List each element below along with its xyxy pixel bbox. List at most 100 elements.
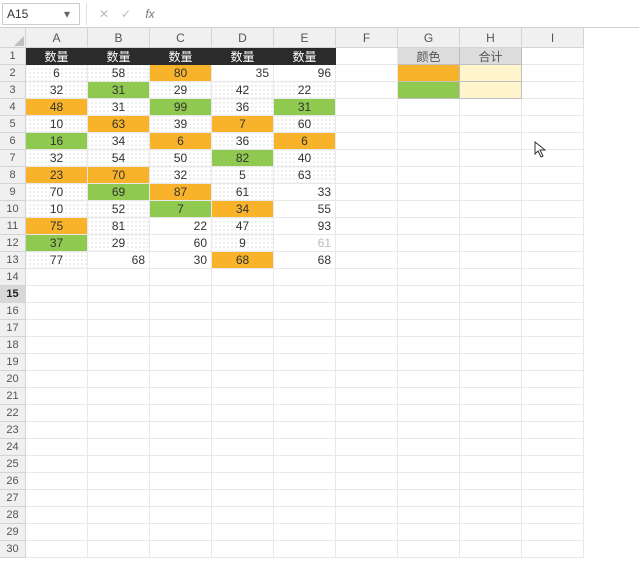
cell-B10[interactable]: 52: [88, 201, 150, 218]
row-header-23[interactable]: 23: [0, 422, 26, 439]
cell-H8[interactable]: [460, 167, 522, 184]
cell-D18[interactable]: [212, 337, 274, 354]
cell-E26[interactable]: [274, 473, 336, 490]
cell-E5[interactable]: 60: [274, 116, 336, 133]
cell-D3[interactable]: 42: [212, 82, 274, 99]
cell-E29[interactable]: [274, 524, 336, 541]
cell-C7[interactable]: 50: [150, 150, 212, 167]
cell-E10[interactable]: 55: [274, 201, 336, 218]
row-header-14[interactable]: 14: [0, 269, 26, 286]
cell-A17[interactable]: [26, 320, 88, 337]
row-header-22[interactable]: 22: [0, 405, 26, 422]
cell-D19[interactable]: [212, 354, 274, 371]
cell-I11[interactable]: [522, 218, 584, 235]
cell-E24[interactable]: [274, 439, 336, 456]
cell-A27[interactable]: [26, 490, 88, 507]
cell-I2[interactable]: [522, 65, 584, 82]
cell-H1[interactable]: 合计: [460, 48, 522, 65]
cell-B16[interactable]: [88, 303, 150, 320]
cell-D13[interactable]: 68: [212, 252, 274, 269]
cell-B1[interactable]: 数量: [88, 48, 150, 65]
cell-H21[interactable]: [460, 388, 522, 405]
cell-B2[interactable]: 58: [88, 65, 150, 82]
cell-A29[interactable]: [26, 524, 88, 541]
cell-I24[interactable]: [522, 439, 584, 456]
cell-G29[interactable]: [398, 524, 460, 541]
column-header-H[interactable]: H: [460, 28, 522, 48]
cell-G11[interactable]: [398, 218, 460, 235]
cell-A19[interactable]: [26, 354, 88, 371]
row-header-17[interactable]: 17: [0, 320, 26, 337]
cell-H6[interactable]: [460, 133, 522, 150]
cell-I5[interactable]: [522, 116, 584, 133]
cell-G13[interactable]: [398, 252, 460, 269]
cell-A12[interactable]: 37: [26, 235, 88, 252]
cell-F16[interactable]: [336, 303, 398, 320]
cell-H20[interactable]: [460, 371, 522, 388]
cell-H11[interactable]: [460, 218, 522, 235]
cell-B14[interactable]: [88, 269, 150, 286]
cell-F14[interactable]: [336, 269, 398, 286]
cell-F20[interactable]: [336, 371, 398, 388]
cell-I3[interactable]: [522, 82, 584, 99]
cell-E1[interactable]: 数量: [274, 48, 336, 65]
cell-B24[interactable]: [88, 439, 150, 456]
cell-D4[interactable]: 36: [212, 99, 274, 116]
cell-H4[interactable]: [460, 99, 522, 116]
cell-B25[interactable]: [88, 456, 150, 473]
cell-F17[interactable]: [336, 320, 398, 337]
cell-F27[interactable]: [336, 490, 398, 507]
row-header-13[interactable]: 13: [0, 252, 26, 269]
cell-E3[interactable]: 22: [274, 82, 336, 99]
row-header-25[interactable]: 25: [0, 456, 26, 473]
cell-I26[interactable]: [522, 473, 584, 490]
cell-G22[interactable]: [398, 405, 460, 422]
cell-reference-input[interactable]: [3, 5, 59, 23]
cell-D6[interactable]: 36: [212, 133, 274, 150]
row-header-15[interactable]: 15: [0, 286, 26, 303]
row-header-8[interactable]: 8: [0, 167, 26, 184]
cell-E20[interactable]: [274, 371, 336, 388]
column-header-A[interactable]: A: [26, 28, 88, 48]
row-header-4[interactable]: 4: [0, 99, 26, 116]
cell-I6[interactable]: [522, 133, 584, 150]
cell-E22[interactable]: [274, 405, 336, 422]
cell-D24[interactable]: [212, 439, 274, 456]
row-header-12[interactable]: 12: [0, 235, 26, 252]
cell-A25[interactable]: [26, 456, 88, 473]
cell-E28[interactable]: [274, 507, 336, 524]
cell-I25[interactable]: [522, 456, 584, 473]
cell-A2[interactable]: 6: [26, 65, 88, 82]
cell-G21[interactable]: [398, 388, 460, 405]
cell-A21[interactable]: [26, 388, 88, 405]
cell-E30[interactable]: [274, 541, 336, 558]
cell-B12[interactable]: 29: [88, 235, 150, 252]
row-header-30[interactable]: 30: [0, 541, 26, 558]
cell-H10[interactable]: [460, 201, 522, 218]
column-header-G[interactable]: G: [398, 28, 460, 48]
cell-B20[interactable]: [88, 371, 150, 388]
cell-C2[interactable]: 80: [150, 65, 212, 82]
cell-C29[interactable]: [150, 524, 212, 541]
cell-C25[interactable]: [150, 456, 212, 473]
cell-C1[interactable]: 数量: [150, 48, 212, 65]
cell-I19[interactable]: [522, 354, 584, 371]
cell-A15[interactable]: [26, 286, 88, 303]
cell-H5[interactable]: [460, 116, 522, 133]
column-header-D[interactable]: D: [212, 28, 274, 48]
cell-B29[interactable]: [88, 524, 150, 541]
cell-H23[interactable]: [460, 422, 522, 439]
row-header-21[interactable]: 21: [0, 388, 26, 405]
row-header-10[interactable]: 10: [0, 201, 26, 218]
column-header-E[interactable]: E: [274, 28, 336, 48]
cell-E14[interactable]: [274, 269, 336, 286]
cell-H29[interactable]: [460, 524, 522, 541]
cell-I14[interactable]: [522, 269, 584, 286]
cell-I18[interactable]: [522, 337, 584, 354]
cell-B27[interactable]: [88, 490, 150, 507]
cell-H12[interactable]: [460, 235, 522, 252]
cell-D7[interactable]: 82: [212, 150, 274, 167]
cell-I30[interactable]: [522, 541, 584, 558]
cell-D11[interactable]: 47: [212, 218, 274, 235]
cell-F1[interactable]: [336, 48, 398, 65]
